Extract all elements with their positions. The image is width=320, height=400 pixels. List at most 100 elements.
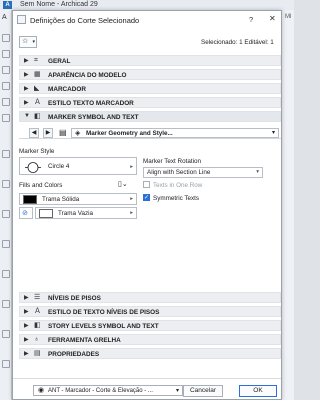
check-icon: ✓ xyxy=(144,195,150,201)
tool-icon[interactable] xyxy=(2,180,10,188)
section-propriedades[interactable]: ▶ ▤ PROPRIEDADES xyxy=(19,348,281,359)
archicad-logo-icon: A xyxy=(3,1,12,9)
fill-type-icon: ⊘ xyxy=(22,210,28,217)
texts-one-row-label: Texts in One Row xyxy=(153,182,203,189)
section-label: STORY LEVELS SYMBOL AND TEXT xyxy=(48,323,159,330)
app-title: Sem Nome - Archicad 29 xyxy=(20,1,98,8)
tool-icon[interactable] xyxy=(2,114,10,122)
subpage-label: Marker Geometry and Style... xyxy=(86,130,173,137)
dialog-title: Definições do Corte Selecionado xyxy=(30,16,140,25)
section-marker-symbol-text[interactable]: ▼ ◧ MARKER SYMBOL AND TEXT xyxy=(19,111,281,122)
chevron-right-icon: ▸ xyxy=(130,164,133,170)
toolbox-tab-label: A xyxy=(2,14,7,21)
page-list-icon: ▤ xyxy=(59,128,67,137)
empty-fill-swatch xyxy=(39,209,53,218)
tool-icon[interactable] xyxy=(2,240,10,248)
expand-arrow-icon: ▶ xyxy=(24,337,29,343)
pen-picker[interactable]: ▯⌄ xyxy=(118,180,136,189)
story-symbol-icon: ◧ xyxy=(34,322,41,329)
texts-one-row-checkbox[interactable] xyxy=(143,181,150,188)
chevron-down-icon: ▾ xyxy=(271,130,275,136)
section-story-levels-symbol[interactable]: ▶ ◧ STORY LEVELS SYMBOL AND TEXT xyxy=(19,320,281,331)
story-text-style-icon: Ａ xyxy=(34,308,41,315)
grid-tool-icon: ♁ xyxy=(34,336,40,343)
tool-icon[interactable] xyxy=(2,330,10,338)
selection-info: Selecionado: 1 Editável: 1 xyxy=(201,39,274,46)
section-label: GERAL xyxy=(48,58,71,65)
dialog-app-icon xyxy=(17,15,26,24)
marker-text-style-icon: Ａ xyxy=(34,99,41,106)
section-label: ESTILO DE TEXTO NÍVEIS DE PISOS xyxy=(48,309,160,316)
subpage-select[interactable]: ◈ Marker Geometry and Style... ▾ xyxy=(71,128,279,138)
chevron-right-icon: ▸ xyxy=(130,196,133,202)
chevron-down-icon: ▾ xyxy=(175,388,179,394)
previous-page-button[interactable]: ◀ xyxy=(29,128,39,138)
story-levels-icon: ☰ xyxy=(34,294,41,301)
section-label: MARCADOR xyxy=(48,86,86,93)
collapse-arrow-icon: ▼ xyxy=(24,113,30,119)
section-label: APARÊNCIA DO MODELO xyxy=(48,72,127,79)
tool-icon[interactable] xyxy=(2,360,10,368)
model-appearance-icon: ▦ xyxy=(34,71,41,78)
close-button[interactable]: ✕ xyxy=(269,14,276,23)
expand-arrow-icon: ▶ xyxy=(24,86,29,92)
solid-fill-swatch xyxy=(23,195,37,204)
dialog-title-bar: Definições do Corte Selecionado ? ✕ xyxy=(13,11,281,29)
favorite-select[interactable]: ◉ ANT - Marcador - Corte & Elevação - ..… xyxy=(33,385,183,396)
fill-type-toggle[interactable]: ⊘ xyxy=(19,207,33,219)
chevron-down-icon: ▾ xyxy=(256,169,259,175)
section-estilo-texto-niveis[interactable]: ▶ Ａ ESTILO DE TEXTO NÍVEIS DE PISOS xyxy=(19,306,281,317)
fill2-select[interactable]: Trama Vazia ▸ xyxy=(35,207,137,219)
tool-icon[interactable] xyxy=(2,270,10,278)
help-button[interactable]: ? xyxy=(249,15,253,24)
section-settings-dialog: Definições do Corte Selecionado ? ✕ ☆ ▾ S… xyxy=(12,10,282,400)
tool-icon[interactable] xyxy=(2,150,10,158)
expand-arrow-icon: ▶ xyxy=(24,309,29,315)
fill2-value: Trama Vazia xyxy=(58,210,93,217)
toolbox: A xyxy=(0,10,12,400)
text-rotation-select[interactable]: Align with Section Line ▾ xyxy=(143,167,263,178)
chevron-left-icon: ◀ xyxy=(31,130,37,136)
tool-icon[interactable] xyxy=(2,34,10,42)
symmetric-texts-checkbox[interactable]: ✓ xyxy=(143,194,150,201)
marker-style-value: Circle 4 xyxy=(48,163,70,170)
section-general-icon: ⌗ xyxy=(34,57,38,64)
tool-icon[interactable] xyxy=(2,98,10,106)
section-ferramenta-grelha[interactable]: ▶ ♁ FERRAMENTA GRELHA xyxy=(19,334,281,345)
tool-icon[interactable] xyxy=(2,50,10,58)
properties-icon: ▤ xyxy=(34,350,41,357)
cancel-button[interactable]: Cancelar xyxy=(183,385,223,397)
section-niveis-pisos[interactable]: ▶ ☰ NÍVEIS DE PISOS xyxy=(19,292,281,303)
section-label: ESTILO TEXTO MARCADOR xyxy=(48,100,134,107)
symmetric-texts-label: Symmetric Texts xyxy=(153,195,200,202)
tool-icon[interactable] xyxy=(2,300,10,308)
section-estilo-texto-marcador[interactable]: ▶ Ａ ESTILO TEXTO MARCADOR xyxy=(19,97,281,108)
text-rotation-heading: Marker Text Rotation xyxy=(143,158,201,165)
section-marcador[interactable]: ▶ ◣ MARCADOR xyxy=(19,83,281,94)
section-geral[interactable]: ▶ ⌗ GERAL xyxy=(19,55,281,66)
tool-icon[interactable] xyxy=(2,66,10,74)
fill1-select[interactable]: Trama Sólida ▸ xyxy=(19,193,137,205)
star-icon: ☆ xyxy=(22,38,29,45)
section-label: MARKER SYMBOL AND TEXT xyxy=(48,114,139,121)
expand-arrow-icon: ▶ xyxy=(24,323,29,329)
favorite-value: ANT - Marcador - Corte & Elevação - ... xyxy=(48,388,153,394)
marker-geometry-icon: ◈ xyxy=(75,130,81,137)
tool-icon[interactable] xyxy=(2,82,10,90)
expand-arrow-icon: ▶ xyxy=(24,295,29,301)
marker-icon: ◣ xyxy=(34,85,40,92)
tool-icon[interactable] xyxy=(2,210,10,218)
right-panel-tab[interactable]: Ml xyxy=(285,14,291,20)
favorites-button[interactable]: ☆ ▾ xyxy=(19,36,37,48)
marker-style-select[interactable]: Circle 4 ▸ xyxy=(19,157,137,175)
next-page-button[interactable]: ▶ xyxy=(43,128,53,138)
section-label: NÍVEIS DE PISOS xyxy=(48,295,101,302)
right-panel: Ml xyxy=(282,10,294,400)
fill1-value: Trama Sólida xyxy=(42,196,80,203)
pen-icon: ▯⌄ xyxy=(118,181,128,188)
marker-style-heading: Marker Style xyxy=(19,148,55,155)
expand-arrow-icon: ▶ xyxy=(24,351,29,357)
text-rotation-value: Align with Section Line xyxy=(147,169,211,176)
ok-button[interactable]: OK xyxy=(239,385,277,397)
section-aparencia-modelo[interactable]: ▶ ▦ APARÊNCIA DO MODELO xyxy=(19,69,281,80)
